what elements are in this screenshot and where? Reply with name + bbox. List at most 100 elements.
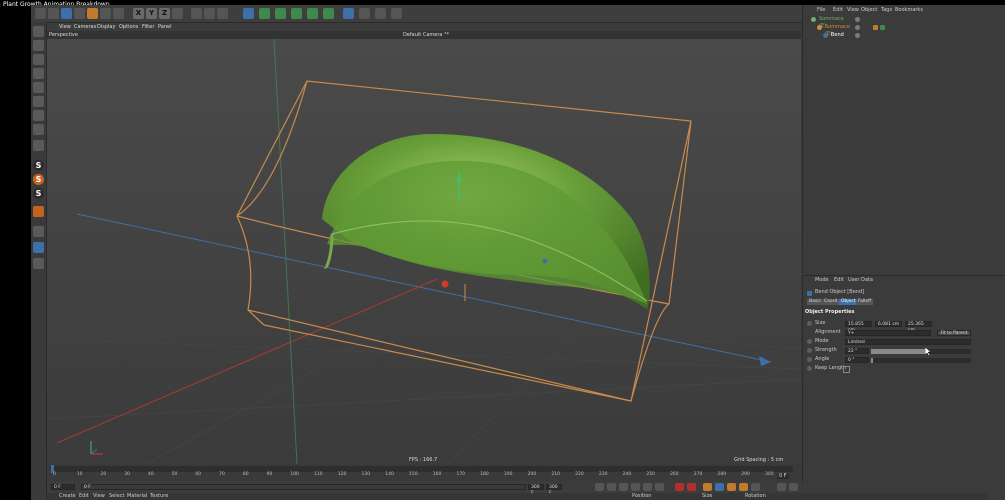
move-tool-icon[interactable] (74, 8, 85, 19)
visibility-dots-icon[interactable] (855, 17, 860, 22)
attr-menu-mode[interactable]: Mode (815, 277, 829, 283)
angle-slider[interactable] (871, 358, 971, 363)
lock-icon[interactable] (33, 258, 44, 269)
material-menu-select[interactable]: Select (109, 493, 124, 500)
layer-icon[interactable] (33, 226, 44, 237)
key-scale-icon[interactable] (715, 483, 724, 491)
size-z-field[interactable]: 25.365 cm (905, 321, 932, 333)
timeline-ruler[interactable]: 0 10 20 30 40 50 60 70 80 90 100 110 120 130 140 150 160… (47, 464, 801, 481)
axis-mode-icon[interactable] (33, 124, 44, 135)
tab-falloff[interactable]: Falloff (856, 299, 874, 305)
render-settings-icon[interactable] (217, 8, 228, 19)
play-backward-icon[interactable] (619, 483, 628, 491)
menu-more-icon[interactable] (789, 483, 798, 491)
visibility-dots-icon[interactable] (855, 33, 860, 38)
edges-mode-icon[interactable] (33, 96, 44, 107)
keep-length-anim-dot-icon[interactable] (807, 366, 812, 371)
tab-coord[interactable]: Coord. (822, 299, 841, 305)
render-picture-viewer-icon[interactable] (204, 8, 215, 19)
strength-field[interactable]: 22 ° (845, 348, 869, 354)
material-menu-edit[interactable]: Edit (79, 493, 89, 500)
texture-mode-icon[interactable] (33, 54, 44, 65)
x-axis-lock-button[interactable]: X (133, 8, 144, 19)
timeline-window-icon[interactable] (777, 483, 786, 491)
viewport-menu-options[interactable]: Options (119, 23, 138, 31)
recent-tool-icon[interactable] (113, 8, 124, 19)
timeline-min-field[interactable]: 0 F (81, 484, 526, 490)
timeline-start-field[interactable]: 0 F (51, 484, 75, 490)
snap-settings-icon[interactable]: S (33, 174, 44, 185)
floor-icon[interactable] (343, 8, 354, 19)
key-param-icon[interactable] (739, 483, 748, 491)
z-axis-lock-button[interactable]: Z (159, 8, 170, 19)
camera-icon[interactable] (359, 8, 370, 19)
render-view-icon[interactable] (191, 8, 202, 19)
timeline-end-field[interactable]: 300 F (528, 484, 544, 496)
make-editable-icon[interactable] (33, 26, 44, 37)
snap-icon[interactable]: S (33, 160, 44, 171)
timeline-max-field[interactable]: 300 F (546, 484, 562, 496)
viewport-menu-cameras[interactable]: Cameras (74, 23, 96, 31)
quantize-icon[interactable]: S (33, 188, 44, 199)
array-icon[interactable] (291, 8, 302, 19)
material-menu-create[interactable]: Create (59, 493, 76, 500)
size-anim-dot-icon[interactable] (807, 321, 812, 326)
undo-icon[interactable] (35, 8, 46, 19)
viewport-menu-display[interactable]: Display (97, 23, 115, 31)
om-menu-bookmarks[interactable]: Bookmarks (895, 7, 923, 13)
key-position-icon[interactable] (703, 483, 712, 491)
om-menu-file[interactable]: File (817, 7, 825, 13)
layout-icon[interactable] (391, 8, 402, 19)
light-icon[interactable] (375, 8, 386, 19)
om-menu-tags[interactable]: Tags (881, 7, 892, 13)
goto-end-icon[interactable] (655, 483, 664, 491)
model-mode-icon[interactable] (33, 40, 44, 51)
om-menu-view[interactable]: View (847, 7, 859, 13)
strength-anim-dot-icon[interactable] (807, 348, 812, 353)
viewport-menu-view[interactable]: View (59, 23, 71, 31)
angle-field[interactable]: 0 ° (845, 357, 869, 363)
tab-basic[interactable]: Basic (807, 299, 823, 305)
gizmo-z-handle-icon[interactable] (542, 258, 548, 264)
3d-viewport[interactable]: FPS : 166.7 Grid Spacing : 5 cm (47, 39, 801, 464)
redo-icon[interactable] (48, 8, 59, 19)
mode-select[interactable]: Limited (845, 339, 971, 345)
tweak-mode-icon[interactable] (33, 140, 44, 151)
key-pla-icon[interactable] (751, 483, 760, 491)
goto-start-icon[interactable] (595, 483, 604, 491)
attr-menu-user-data[interactable]: User Data (848, 277, 873, 283)
solo-icon[interactable] (33, 242, 44, 253)
fit-to-parent-button[interactable]: Fit to Parent (937, 330, 971, 336)
strength-slider[interactable] (871, 349, 971, 354)
angle-anim-dot-icon[interactable] (807, 357, 812, 362)
keep-length-checkbox[interactable] (843, 366, 850, 373)
cube-primitive-icon[interactable] (243, 8, 254, 19)
coordinate-system-icon[interactable] (172, 8, 183, 19)
visibility-dots-icon[interactable] (855, 25, 860, 30)
points-mode-icon[interactable] (33, 82, 44, 93)
om-menu-edit[interactable]: Edit (833, 7, 843, 13)
record-key-icon[interactable] (675, 483, 684, 491)
key-rotation-icon[interactable] (727, 483, 736, 491)
gizmo-x-handle-icon[interactable] (441, 280, 449, 288)
viewport-menu-panel[interactable]: Panel (158, 23, 172, 31)
material-menu-texture[interactable]: Texture (150, 493, 168, 500)
viewport-camera-name[interactable]: Default Camera °* (403, 32, 449, 38)
auto-key-icon[interactable] (687, 483, 696, 491)
material-menu-view[interactable]: View (93, 493, 105, 500)
polygons-mode-icon[interactable] (33, 110, 44, 121)
live-selection-icon[interactable] (61, 8, 72, 19)
material-menu-material[interactable]: Material (127, 493, 147, 500)
deformer-icon[interactable] (323, 8, 334, 19)
viewport-menu-filter[interactable]: Filter (142, 23, 154, 31)
alignment-select[interactable]: Y+ (845, 330, 931, 336)
prev-key-icon[interactable] (607, 483, 616, 491)
material-tag-icon[interactable] (880, 25, 885, 30)
tag-icon[interactable] (873, 25, 878, 30)
subdivision-icon[interactable] (275, 8, 286, 19)
attr-menu-edit[interactable]: Edit (834, 277, 844, 283)
angle-slider-thumb[interactable] (871, 358, 873, 363)
size-x-field[interactable]: 15.855 cm (845, 321, 872, 333)
mode-anim-dot-icon[interactable] (807, 339, 812, 344)
spline-pen-icon[interactable] (259, 8, 270, 19)
